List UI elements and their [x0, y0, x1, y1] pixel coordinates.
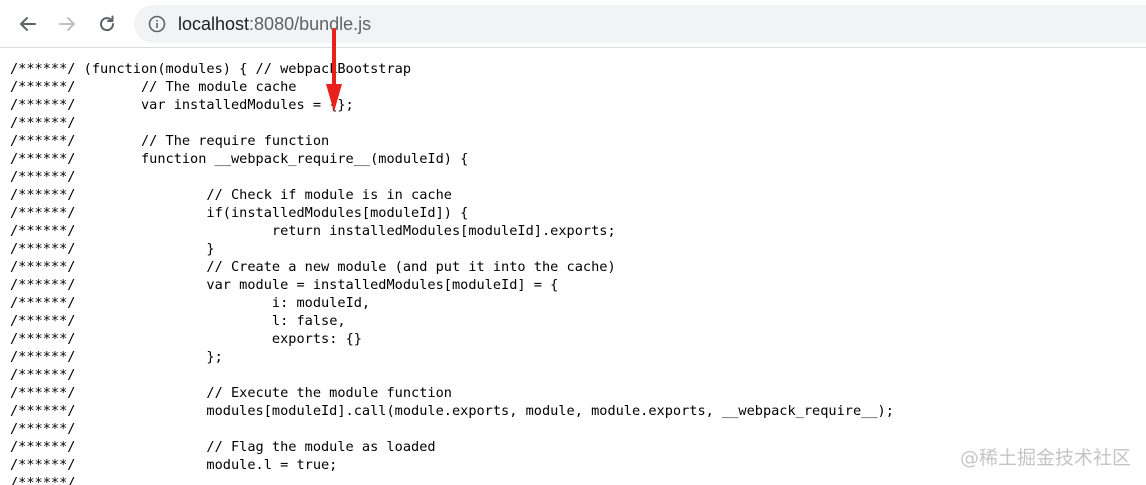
address-bar[interactable]: localhost:8080/bundle.js [134, 5, 1146, 43]
code-line: /******/ } [10, 241, 215, 257]
browser-toolbar: localhost:8080/bundle.js [0, 0, 1146, 48]
code-line: /******/ // The require function [10, 133, 330, 149]
code-line: /******/ module.l = true; [10, 457, 338, 473]
code-line: /******/ // Create a new module (and put… [10, 259, 616, 275]
code-line: /******/ }; [10, 349, 223, 365]
arrow-forward-icon [59, 17, 75, 31]
code-line: /******/ // Execute the module function [10, 385, 452, 401]
code-line: /******/ exports: {} [10, 331, 362, 347]
code-block: /******/ (function(modules) { // webpack… [10, 60, 894, 485]
code-line: /******/ [10, 367, 76, 383]
code-line: /******/ i: moduleId, [10, 295, 371, 311]
arrow-back-icon [20, 17, 36, 31]
code-line: /******/ // The module cache [10, 79, 297, 95]
code-line: /******/ [10, 475, 76, 485]
reload-icon [100, 15, 115, 32]
page-content: /******/ (function(modules) { // webpack… [0, 48, 1146, 485]
code-line: /******/ l: false, [10, 313, 346, 329]
url-text[interactable]: localhost:8080/bundle.js [178, 13, 371, 35]
forward-button[interactable] [51, 8, 83, 40]
code-line: /******/ // Flag the module as loaded [10, 439, 436, 455]
code-line: /******/ return installedModules[moduleI… [10, 223, 616, 239]
code-line: /******/ modules[moduleId].call(module.e… [10, 403, 894, 419]
back-button[interactable] [12, 8, 44, 40]
code-line: /******/ // Check if module is in cache [10, 187, 452, 203]
code-line: /******/ [10, 421, 76, 437]
code-line: /******/ (function(modules) { // webpack… [10, 61, 412, 77]
code-line: /******/ function __webpack_require__(mo… [10, 151, 469, 167]
info-icon[interactable] [148, 15, 166, 33]
code-line: /******/ [10, 169, 76, 185]
code-line: /******/ if(installedModules[moduleId]) … [10, 205, 469, 221]
code-line: /******/ [10, 115, 76, 131]
code-line: /******/ var installedModules = {}; [10, 97, 354, 113]
watermark: @稀土掘金技术社区 [959, 447, 1131, 469]
url-path: :8080/bundle.js [249, 14, 372, 34]
reload-button[interactable] [91, 8, 123, 40]
url-host: localhost [178, 14, 250, 34]
code-line: /******/ var module = installedModules[m… [10, 277, 559, 293]
